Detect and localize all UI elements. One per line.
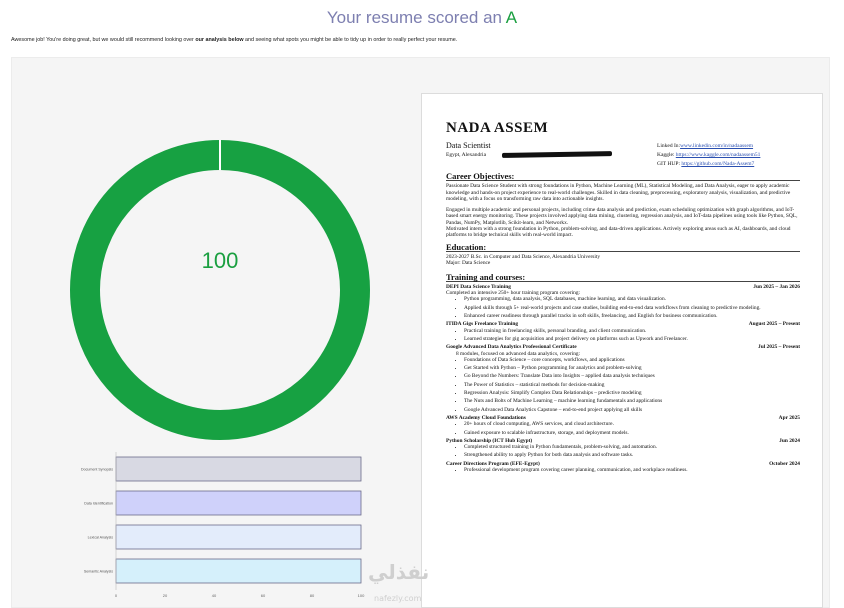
chart-bar <box>115 524 362 550</box>
list-item: Applied skills through 5+ real-world pro… <box>464 305 800 311</box>
training-bullets: Practical training in freelancing skills… <box>446 328 800 343</box>
kaggle-label: Kaggle: <box>657 152 676 158</box>
list-item: Gained exposure to scalable infrastructu… <box>464 430 800 436</box>
list-item: 20+ hours of cloud computing, AWS servic… <box>464 421 800 427</box>
list-item: Regression Analysis: Simplify Complex Da… <box>464 390 800 396</box>
resume-name: NADA ASSEM <box>446 120 549 136</box>
kaggle-link[interactable]: https://www.kaggle.com/nadaassem51 <box>676 152 761 158</box>
title-prefix: Your resume scored an <box>326 8 506 27</box>
chart-x-tick-label: 100 <box>358 593 365 598</box>
training-bullets: Professional development program coverin… <box>446 467 800 473</box>
resume-preview: NADA ASSEM Data Scientist Egypt, Alexand… <box>421 93 823 608</box>
chart-category-label: Semantic Analysis <box>84 570 113 574</box>
education-heading: Education: <box>446 242 800 252</box>
watermark-site: nafezly.com <box>374 594 422 603</box>
training-bullets: Python programming, data analysis, SQL d… <box>446 296 800 319</box>
training-date: August 2025 – Present <box>748 321 800 328</box>
education-major: Major: Data Science <box>446 260 491 267</box>
objective-paragraph: Motivated intern with a strong foundatio… <box>446 226 791 239</box>
list-item: Google Advanced Data Analytics Capstone … <box>464 407 800 413</box>
chart-category-label: Document Synopsis <box>81 468 113 472</box>
score-value: 100 <box>201 248 239 273</box>
list-item: Professional development program coverin… <box>464 467 800 473</box>
training-name: Google Advanced Data Analytics Professio… <box>446 344 577 351</box>
chart-bar <box>115 456 362 482</box>
resume-location: Egypt, Alexandria <box>446 152 487 158</box>
chart-bar <box>115 558 362 584</box>
page-title: Your resume scored an A <box>0 8 844 28</box>
list-item: Practical training in freelancing skills… <box>464 328 800 334</box>
donut-arc <box>70 140 370 440</box>
list-item: Foundations of Data Science – core conce… <box>464 357 800 363</box>
grade-letter: A <box>505 8 518 27</box>
training-bullets: Completed structured training in Python … <box>446 444 800 459</box>
list-item: Python programming, data analysis, SQL d… <box>464 296 800 302</box>
github-link[interactable]: https://github.com/Nada-Assem7 <box>681 161 754 167</box>
list-item: The Nuts and Bolts of Machine Learning –… <box>464 398 800 404</box>
redaction-mark <box>501 151 613 158</box>
list-item: The Power of Statistics – statistical me… <box>464 382 800 388</box>
training-heading: Training and courses: <box>446 272 800 282</box>
github-label: GIT HUP: <box>657 161 682 167</box>
resume-body: Career Objectives: Passionate Data Scien… <box>446 171 800 475</box>
chart-bar <box>115 490 362 516</box>
intro-part1: Awesome job! You're doing great, but we … <box>11 37 196 43</box>
list-item: Learned strategies for gig acquisition a… <box>464 336 800 342</box>
chart-x-tick-label: 40 <box>212 593 217 598</box>
training-date: Apr 2025 <box>778 414 800 421</box>
training-date: Jul 2025 – Present <box>758 344 800 351</box>
chart-x-tick-label: 60 <box>261 593 266 598</box>
list-item: Strengthened ability to apply Python for… <box>464 452 800 458</box>
training-bullets: 20+ hours of cloud computing, AWS servic… <box>446 421 800 436</box>
chart-category-label: Data Identification <box>84 502 113 506</box>
training-date: Jun 2024 <box>779 437 800 444</box>
training-date: October 2024 <box>769 460 800 467</box>
linkedin-link[interactable]: www.linkedin.com/in/nadaassem <box>680 143 753 149</box>
objective-paragraph: Engaged in multiple academic and persona… <box>446 207 798 226</box>
list-item: Get Started with Python – Python program… <box>464 365 800 371</box>
intro-part2: and seeing what spots you might be able … <box>243 37 458 43</box>
chart-x-tick-label: 80 <box>310 593 315 598</box>
chart-x-tick-label: 20 <box>163 593 168 598</box>
watermark-logo: نفذلي <box>368 560 430 584</box>
objective-paragraph: Passionate Data Science Student with str… <box>446 183 791 202</box>
score-donut <box>70 140 370 440</box>
resume-links: Linked In:www.linkedin.com/in/nadaassem … <box>657 142 760 169</box>
resume-role: Data Scientist <box>446 141 491 150</box>
list-item: Enhanced career readiness through parall… <box>464 313 800 319</box>
category-bar-chart: Document Synopsis Data Identification Lexi… <box>74 448 374 598</box>
training-bullets: Foundations of Data Science – core conce… <box>446 357 800 413</box>
training-date: Jun 2025 – Jan 2026 <box>753 283 800 290</box>
list-item: Completed structured training in Python … <box>464 444 800 450</box>
intro-text: Awesome job! You're doing great, but we … <box>11 37 831 43</box>
objectives-heading: Career Objectives: <box>446 172 800 182</box>
list-item: Go Beyond the Numbers: Translate Data in… <box>464 373 800 379</box>
chart-category-label: Lexical Analysis <box>88 536 114 540</box>
intro-bold: our analysis below <box>195 37 244 43</box>
linkedin-label: Linked In: <box>657 143 681 149</box>
